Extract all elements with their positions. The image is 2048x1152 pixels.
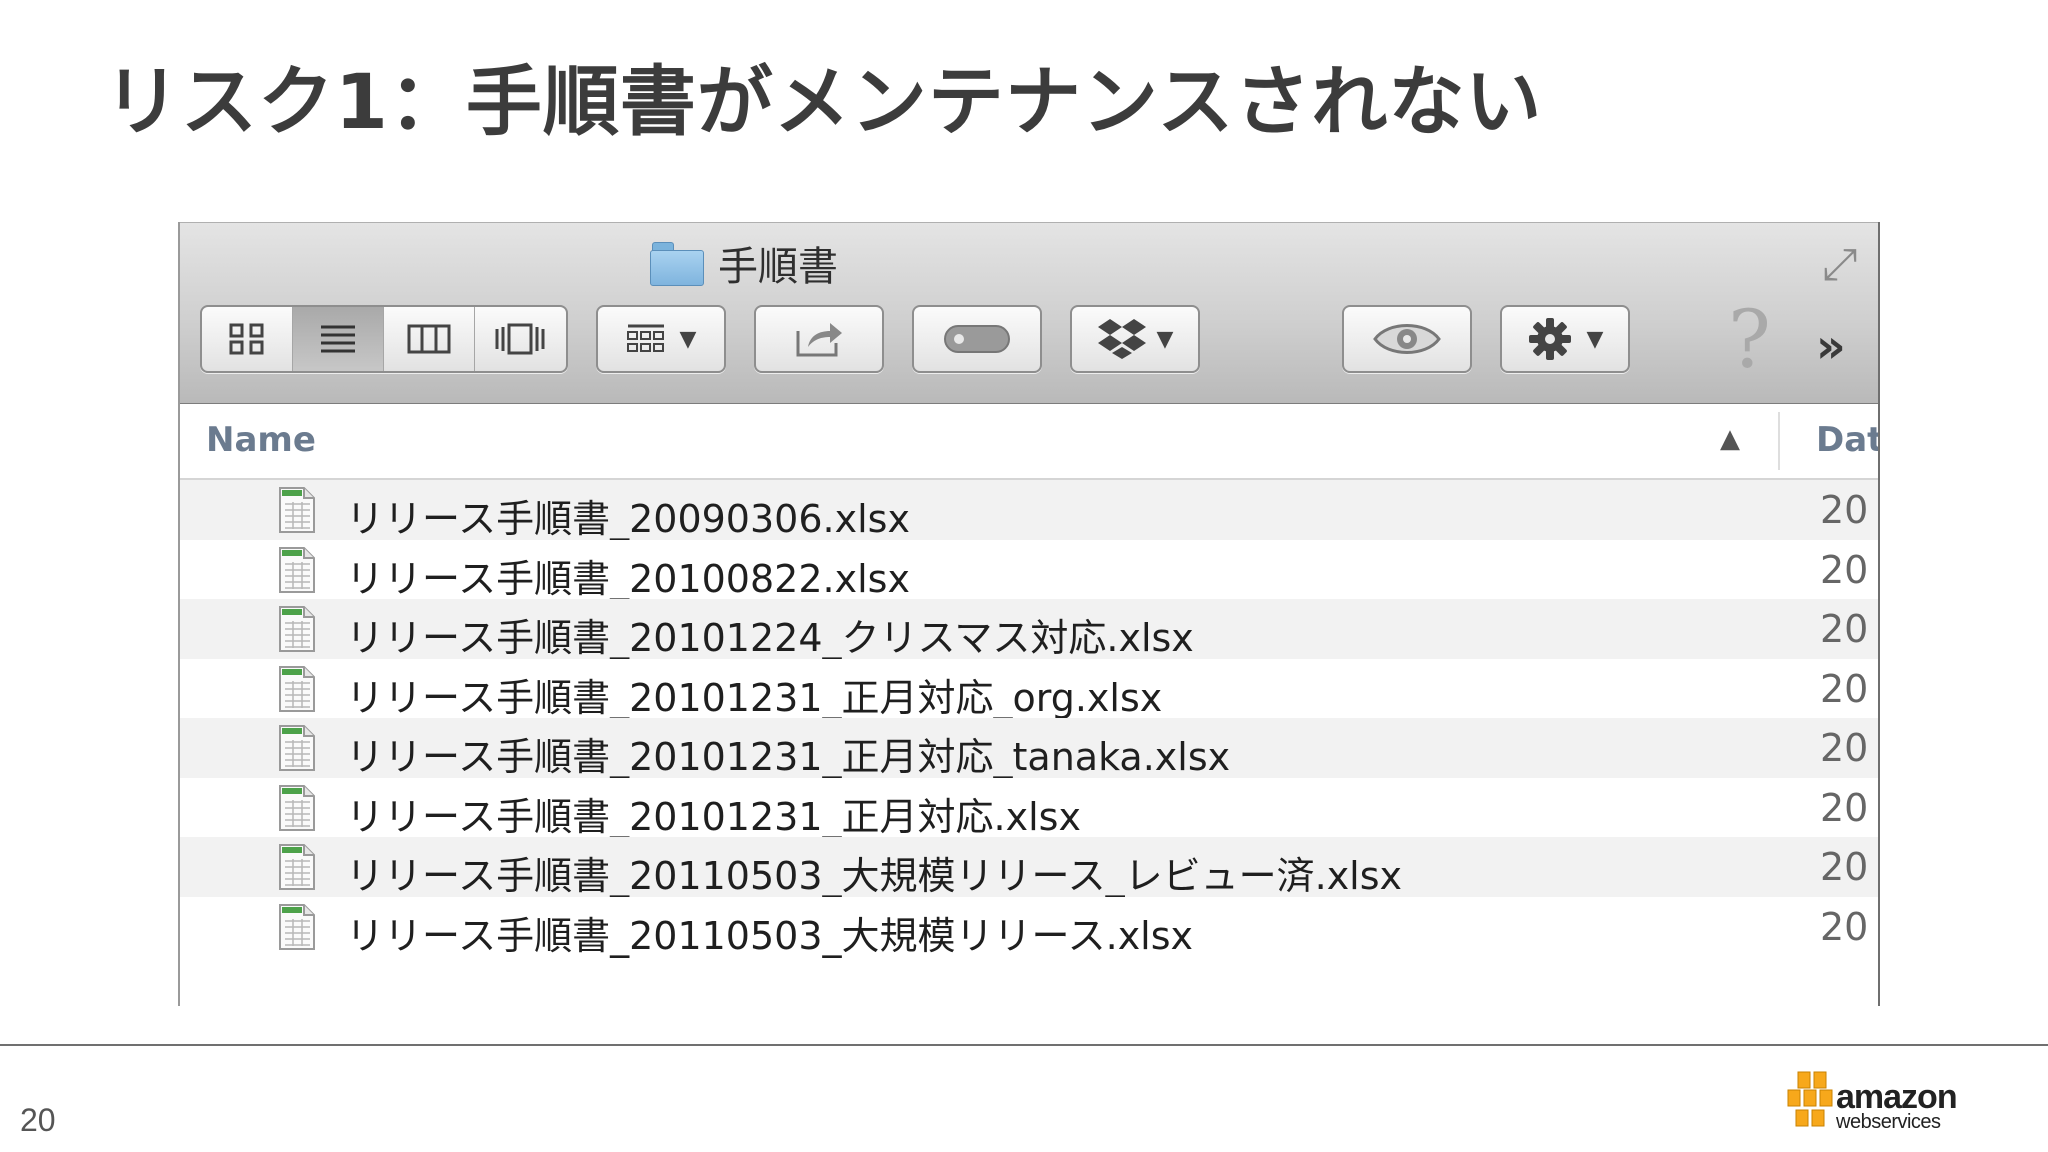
share-button[interactable] xyxy=(754,305,884,373)
slide-title: リスク1：手順書がメンテナンスされない xyxy=(104,57,1543,146)
cover-flow-view-button[interactable] xyxy=(475,307,566,371)
gear-icon xyxy=(1528,318,1571,360)
aws-logo-subtitle: webservices xyxy=(1836,1111,1941,1133)
file-date: 20 xyxy=(1820,785,1869,830)
file-date: 20 xyxy=(1820,547,1869,592)
quick-look-button[interactable] xyxy=(1342,305,1472,373)
spreadsheet-file-icon xyxy=(278,605,316,653)
tag-button[interactable] xyxy=(912,305,1042,373)
eye-icon xyxy=(1373,324,1441,354)
cover-flow-icon xyxy=(495,323,545,355)
file-row[interactable]: リリース手順書_20101231_正月対応_org.xlsx 20 xyxy=(180,658,1878,720)
column-view-button[interactable] xyxy=(384,307,475,371)
file-row[interactable]: リリース手順書_20101224_クリスマス対応.xlsx 20 xyxy=(180,599,1878,660)
file-name: リリース手順書_20101231_正月対応.xlsx xyxy=(346,794,1081,839)
toolbar-overflow-icon[interactable]: » xyxy=(1816,319,1846,373)
dropbox-icon xyxy=(1097,319,1146,359)
aws-logo: amazon webservices xyxy=(1784,1066,1964,1138)
file-date: 20 xyxy=(1820,488,1869,532)
view-mode-group xyxy=(200,305,568,373)
arrange-button[interactable]: ▼ xyxy=(596,305,726,373)
aws-logo-wordmark: amazon xyxy=(1836,1078,1958,1116)
spreadsheet-file-icon xyxy=(278,843,316,891)
folder-icon xyxy=(650,242,704,286)
grid-icon xyxy=(229,323,264,355)
chevron-down-icon: ▼ xyxy=(679,326,697,352)
dropbox-button[interactable]: ▼ xyxy=(1070,305,1200,373)
file-name: リリース手順書_20101231_正月対応_org.xlsx xyxy=(346,675,1163,720)
icon-view-button[interactable] xyxy=(202,307,293,371)
file-row[interactable]: リリース手順書_20090306.xlsx 20 xyxy=(180,480,1878,541)
file-date: 20 xyxy=(1820,666,1869,711)
file-name: リリース手順書_20100822.xlsx xyxy=(346,556,910,601)
file-row[interactable]: リリース手順書_20101231_正月対応.xlsx 20 xyxy=(180,777,1878,839)
file-date: 20 xyxy=(1820,904,1869,949)
columns-icon xyxy=(407,324,451,354)
spreadsheet-file-icon xyxy=(278,903,316,951)
spreadsheet-file-icon xyxy=(278,724,316,772)
spreadsheet-file-icon xyxy=(278,546,316,594)
file-date: 20 xyxy=(1820,607,1869,651)
file-name: リリース手順書_20110503_大規模リリース_レビュー済.xlsx xyxy=(346,854,1403,898)
page-number: 20 xyxy=(20,1102,56,1138)
name-column-header[interactable]: Name xyxy=(206,420,316,460)
column-divider[interactable] xyxy=(1778,412,1780,470)
file-name: リリース手順書_20110503_大規模リリース.xlsx xyxy=(346,913,1194,958)
file-name: リリース手順書_20101231_正月対応_tanaka.xlsx xyxy=(346,735,1231,779)
help-icon[interactable]: ? xyxy=(1728,295,1771,385)
list-icon xyxy=(321,325,355,353)
file-date: 20 xyxy=(1820,845,1869,889)
chevron-down-icon: ▼ xyxy=(1156,326,1174,352)
list-view-button[interactable] xyxy=(293,307,384,371)
finder-window: 手順書 ⤢ ▼ ▼ ▼ ? » Name ▲ Dat リリース手順書_20090… xyxy=(178,222,1880,1006)
file-name: リリース手順書_20101224_クリスマス対応.xlsx xyxy=(346,616,1194,660)
date-column-header[interactable]: Dat xyxy=(1816,420,1878,460)
spreadsheet-file-icon xyxy=(278,486,316,534)
fullscreen-icon[interactable]: ⤢ xyxy=(1812,237,1868,293)
file-date: 20 xyxy=(1820,726,1869,770)
file-row[interactable]: リリース手順書_20101231_正月対応_tanaka.xlsx 20 xyxy=(180,718,1878,779)
sort-ascending-icon[interactable]: ▲ xyxy=(1720,424,1740,454)
file-row[interactable]: リリース手順書_20110503_大規模リリース.xlsx 20 xyxy=(180,896,1878,958)
file-list: リリース手順書_20090306.xlsx 20 リリース手順書_20100822.… xyxy=(180,480,1878,958)
column-header: Name ▲ Dat xyxy=(180,404,1878,480)
share-icon xyxy=(796,323,842,357)
finder-toolbar: 手順書 ⤢ ▼ ▼ ▼ ? » xyxy=(180,222,1878,405)
chevron-down-icon: ▼ xyxy=(1586,326,1604,352)
file-name: リリース手順書_20090306.xlsx xyxy=(346,497,910,541)
file-row[interactable]: リリース手順書_20110503_大規模リリース_レビュー済.xlsx 20 xyxy=(180,837,1878,898)
aws-cubes-icon xyxy=(1787,1071,1833,1127)
arrange-icon xyxy=(626,324,664,352)
file-row[interactable]: リリース手順書_20100822.xlsx 20 xyxy=(180,539,1878,601)
action-button[interactable]: ▼ xyxy=(1500,305,1630,373)
spreadsheet-file-icon xyxy=(278,665,316,713)
spreadsheet-file-icon xyxy=(278,784,316,832)
tag-icon xyxy=(944,325,1010,353)
window-title: 手順書 xyxy=(650,235,838,291)
footer-divider xyxy=(0,1044,2048,1046)
window-title-text: 手順書 xyxy=(718,244,838,290)
